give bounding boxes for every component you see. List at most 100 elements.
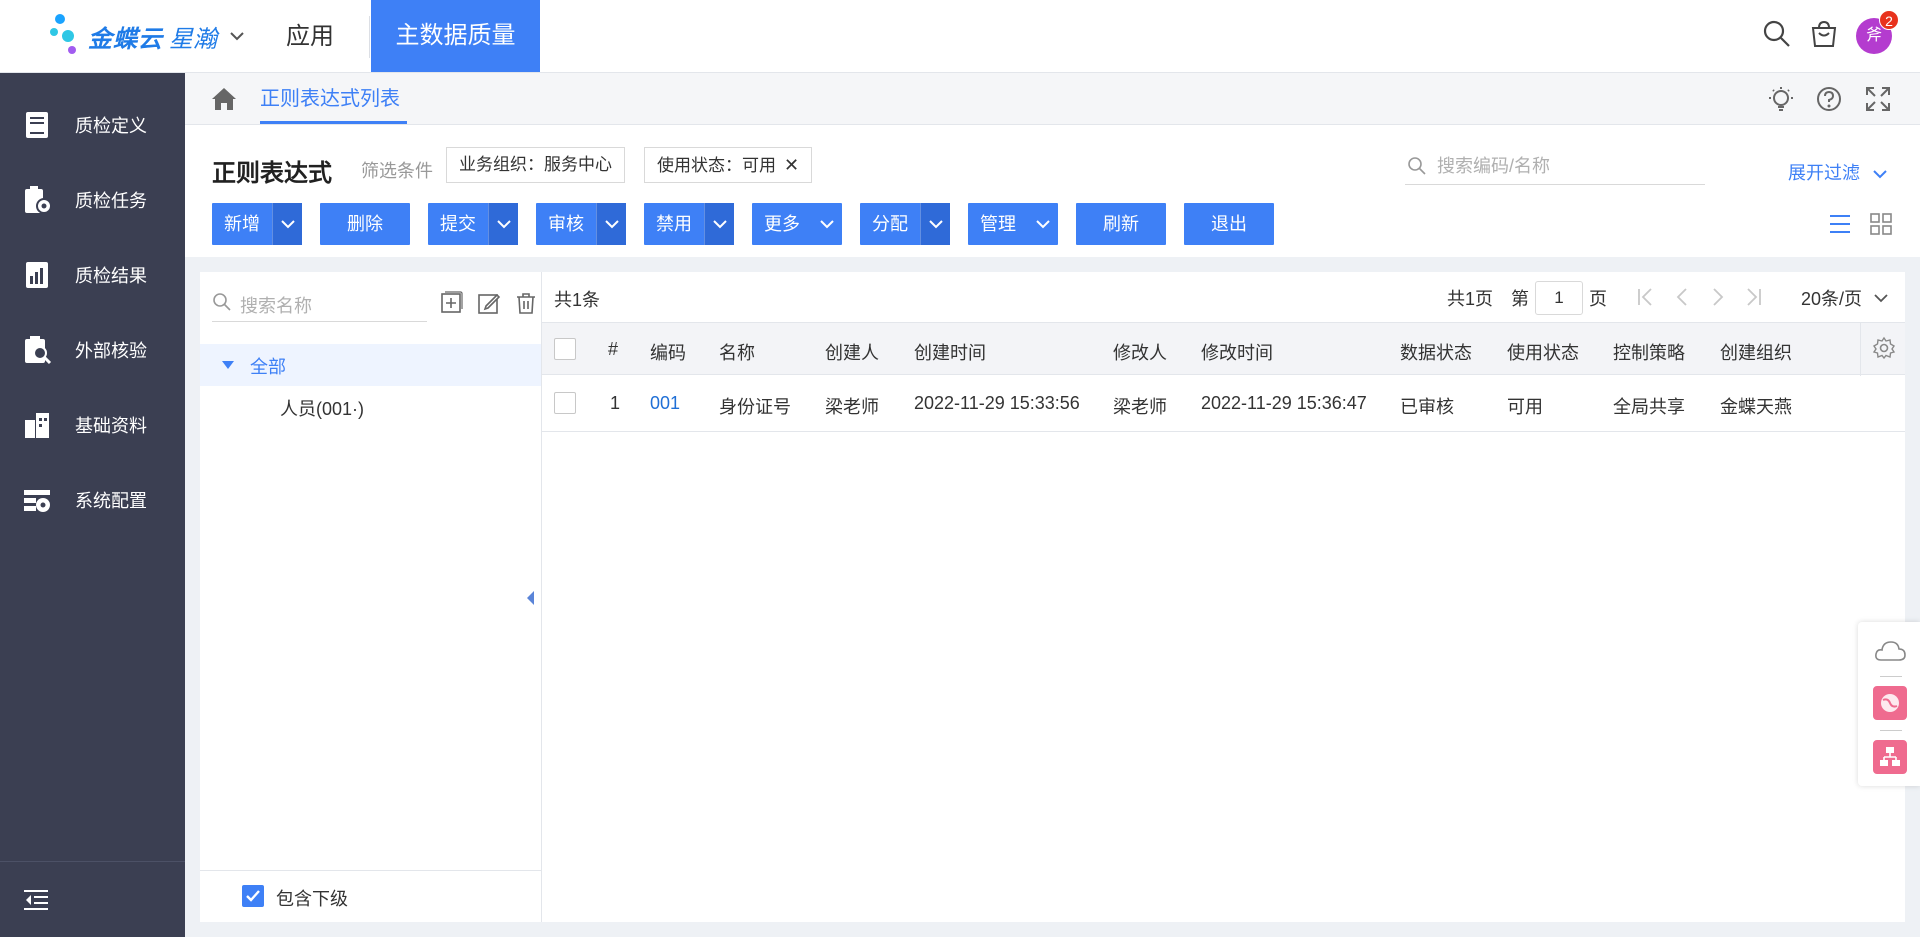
next-page-icon[interactable] xyxy=(1707,286,1729,308)
search-box xyxy=(1405,147,1705,185)
col-name[interactable]: 名称 xyxy=(719,339,755,365)
chevron-down-icon xyxy=(712,220,727,229)
last-page-icon[interactable] xyxy=(1742,286,1764,308)
expand-filter-link[interactable]: 展开过滤 xyxy=(1788,159,1887,185)
sidebar-item-basic-data[interactable]: 基础资料 xyxy=(0,395,185,455)
more-button[interactable]: 更多 xyxy=(752,203,842,245)
search-input[interactable] xyxy=(1437,151,1697,181)
cell-name: 身份证号 xyxy=(719,397,791,417)
brand-logo[interactable]: 金蝶云 星瀚 xyxy=(50,12,245,60)
table-row[interactable]: 1 001 身份证号 梁老师 2022-11-29 15:33:56 梁老师 2… xyxy=(542,375,1905,432)
assign-button[interactable]: 分配 xyxy=(860,203,950,245)
brand-name: 金蝶云 xyxy=(88,25,163,53)
gear-icon[interactable] xyxy=(1872,336,1896,360)
col-modifier[interactable]: 修改人 xyxy=(1113,339,1167,365)
nav-app[interactable]: 应用 xyxy=(270,0,350,73)
chevron-down-icon xyxy=(928,220,943,229)
cloud-icon[interactable] xyxy=(1873,634,1907,668)
col-modified[interactable]: 修改时间 xyxy=(1201,339,1273,365)
filter-tag-status[interactable]: 使用状态：可用 ✕ xyxy=(644,147,813,183)
add-node-icon[interactable] xyxy=(439,291,463,315)
sidebar-item-external-verify[interactable]: 外部核验 xyxy=(0,320,185,380)
collapse-menu-icon[interactable] xyxy=(24,888,50,912)
assign-dropdown[interactable] xyxy=(920,203,950,245)
filter-tag-text: 使用状态：可用 xyxy=(657,156,776,175)
cell-code-link[interactable]: 001 xyxy=(650,393,680,414)
tree-node-person[interactable]: 人员(001·) xyxy=(280,395,364,421)
list-view-icon[interactable] xyxy=(1827,211,1853,237)
refresh-button[interactable]: 刷新 xyxy=(1076,203,1166,245)
task-clipboard-icon xyxy=(25,186,52,214)
refresh-button-label: 刷新 xyxy=(1103,214,1139,234)
shopping-bag-icon[interactable] xyxy=(1808,18,1840,50)
sidebar-item-quality-task[interactable]: 质检任务 xyxy=(0,170,185,230)
brand-product: 星瀚 xyxy=(169,25,217,53)
tree-node-all[interactable]: 全部 xyxy=(250,353,286,379)
sidebar-item-label: 外部核验 xyxy=(75,341,147,361)
cell-data-status: 已审核 xyxy=(1400,397,1454,417)
cell-org: 金蝶天燕 xyxy=(1720,397,1792,417)
breadcrumb: 正则表达式列表 xyxy=(185,73,1920,125)
delete-button-label: 删除 xyxy=(347,214,383,234)
col-code[interactable]: 编码 xyxy=(650,339,686,365)
prev-page-icon[interactable] xyxy=(1671,286,1693,308)
select-all-checkbox[interactable] xyxy=(554,338,576,360)
more-button-label: 更多 xyxy=(764,214,800,234)
trash-icon[interactable] xyxy=(514,291,538,315)
manage-dropdown[interactable] xyxy=(1028,203,1058,245)
close-icon[interactable]: ✕ xyxy=(784,155,799,175)
col-org[interactable]: 创建组织 xyxy=(1720,339,1792,365)
page-title: 正则表达式 xyxy=(212,160,332,187)
audit-dropdown[interactable] xyxy=(596,203,626,245)
disable-button[interactable]: 禁用 xyxy=(644,203,734,245)
chevron-down-icon[interactable] xyxy=(229,30,245,42)
col-creator[interactable]: 创建人 xyxy=(825,339,879,365)
sidebar-item-system-config[interactable]: 系统配置 xyxy=(0,470,185,530)
col-use-status[interactable]: 使用状态 xyxy=(1507,339,1579,365)
search-icon[interactable] xyxy=(1761,18,1793,50)
globe-app-icon[interactable] xyxy=(1873,686,1907,720)
sidebar-item-label: 质检任务 xyxy=(75,191,147,211)
sidebar-item-quality-definition[interactable]: 质检定义 xyxy=(0,95,185,155)
edit-icon[interactable] xyxy=(477,291,501,315)
submit-button[interactable]: 提交 xyxy=(428,203,518,245)
filter-tag-text: 业务组织：服务中心 xyxy=(459,155,612,174)
book-icon xyxy=(26,112,48,138)
new-button[interactable]: 新增 xyxy=(212,203,302,245)
audit-button[interactable]: 审核 xyxy=(536,203,626,245)
page-number-input[interactable]: 1 xyxy=(1535,281,1583,315)
first-page-icon[interactable] xyxy=(1635,286,1657,308)
list-header: 正则表达式 筛选条件 业务组织：服务中心 使用状态：可用 ✕ 展开过滤 新增 删除… xyxy=(185,125,1920,257)
org-chart-icon[interactable] xyxy=(1873,740,1907,774)
submit-dropdown[interactable] xyxy=(488,203,518,245)
disable-dropdown[interactable] xyxy=(704,203,734,245)
grid-view-icon[interactable] xyxy=(1868,211,1894,237)
exit-button[interactable]: 退出 xyxy=(1184,203,1274,245)
col-created[interactable]: 创建时间 xyxy=(914,339,986,365)
home-icon[interactable] xyxy=(210,85,238,113)
tab-regex-list[interactable]: 正则表达式列表 xyxy=(260,73,400,125)
tree-search-input[interactable]: 搜索名称 xyxy=(212,282,427,322)
nav-master-data-quality[interactable]: 主数据质量 xyxy=(371,0,540,72)
include-sub-checkbox[interactable] xyxy=(242,885,264,907)
col-data-status[interactable]: 数据状态 xyxy=(1400,339,1472,365)
delete-button[interactable]: 删除 xyxy=(320,203,410,245)
fullscreen-icon[interactable] xyxy=(1864,85,1892,113)
col-policy[interactable]: 控制策略 xyxy=(1613,339,1685,365)
row-checkbox[interactable] xyxy=(554,392,576,414)
sidebar-footer xyxy=(0,861,185,937)
help-icon[interactable] xyxy=(1815,85,1843,113)
notification-badge: 2 xyxy=(1879,10,1899,30)
new-dropdown[interactable] xyxy=(272,203,302,245)
caret-down-icon[interactable] xyxy=(222,361,234,369)
page-size-select[interactable]: 20条/页 xyxy=(1801,280,1888,316)
lightbulb-icon[interactable] xyxy=(1767,85,1795,113)
more-dropdown[interactable] xyxy=(812,203,842,245)
manage-button-label: 管理 xyxy=(980,214,1016,234)
sidebar-item-quality-result[interactable]: 质检结果 xyxy=(0,245,185,305)
manage-button[interactable]: 管理 xyxy=(968,203,1058,245)
chevron-down-icon xyxy=(1873,170,1887,179)
report-icon xyxy=(26,262,48,288)
filter-tag-org[interactable]: 业务组织：服务中心 xyxy=(446,147,625,183)
include-sub-label: 包含下级 xyxy=(276,889,348,909)
